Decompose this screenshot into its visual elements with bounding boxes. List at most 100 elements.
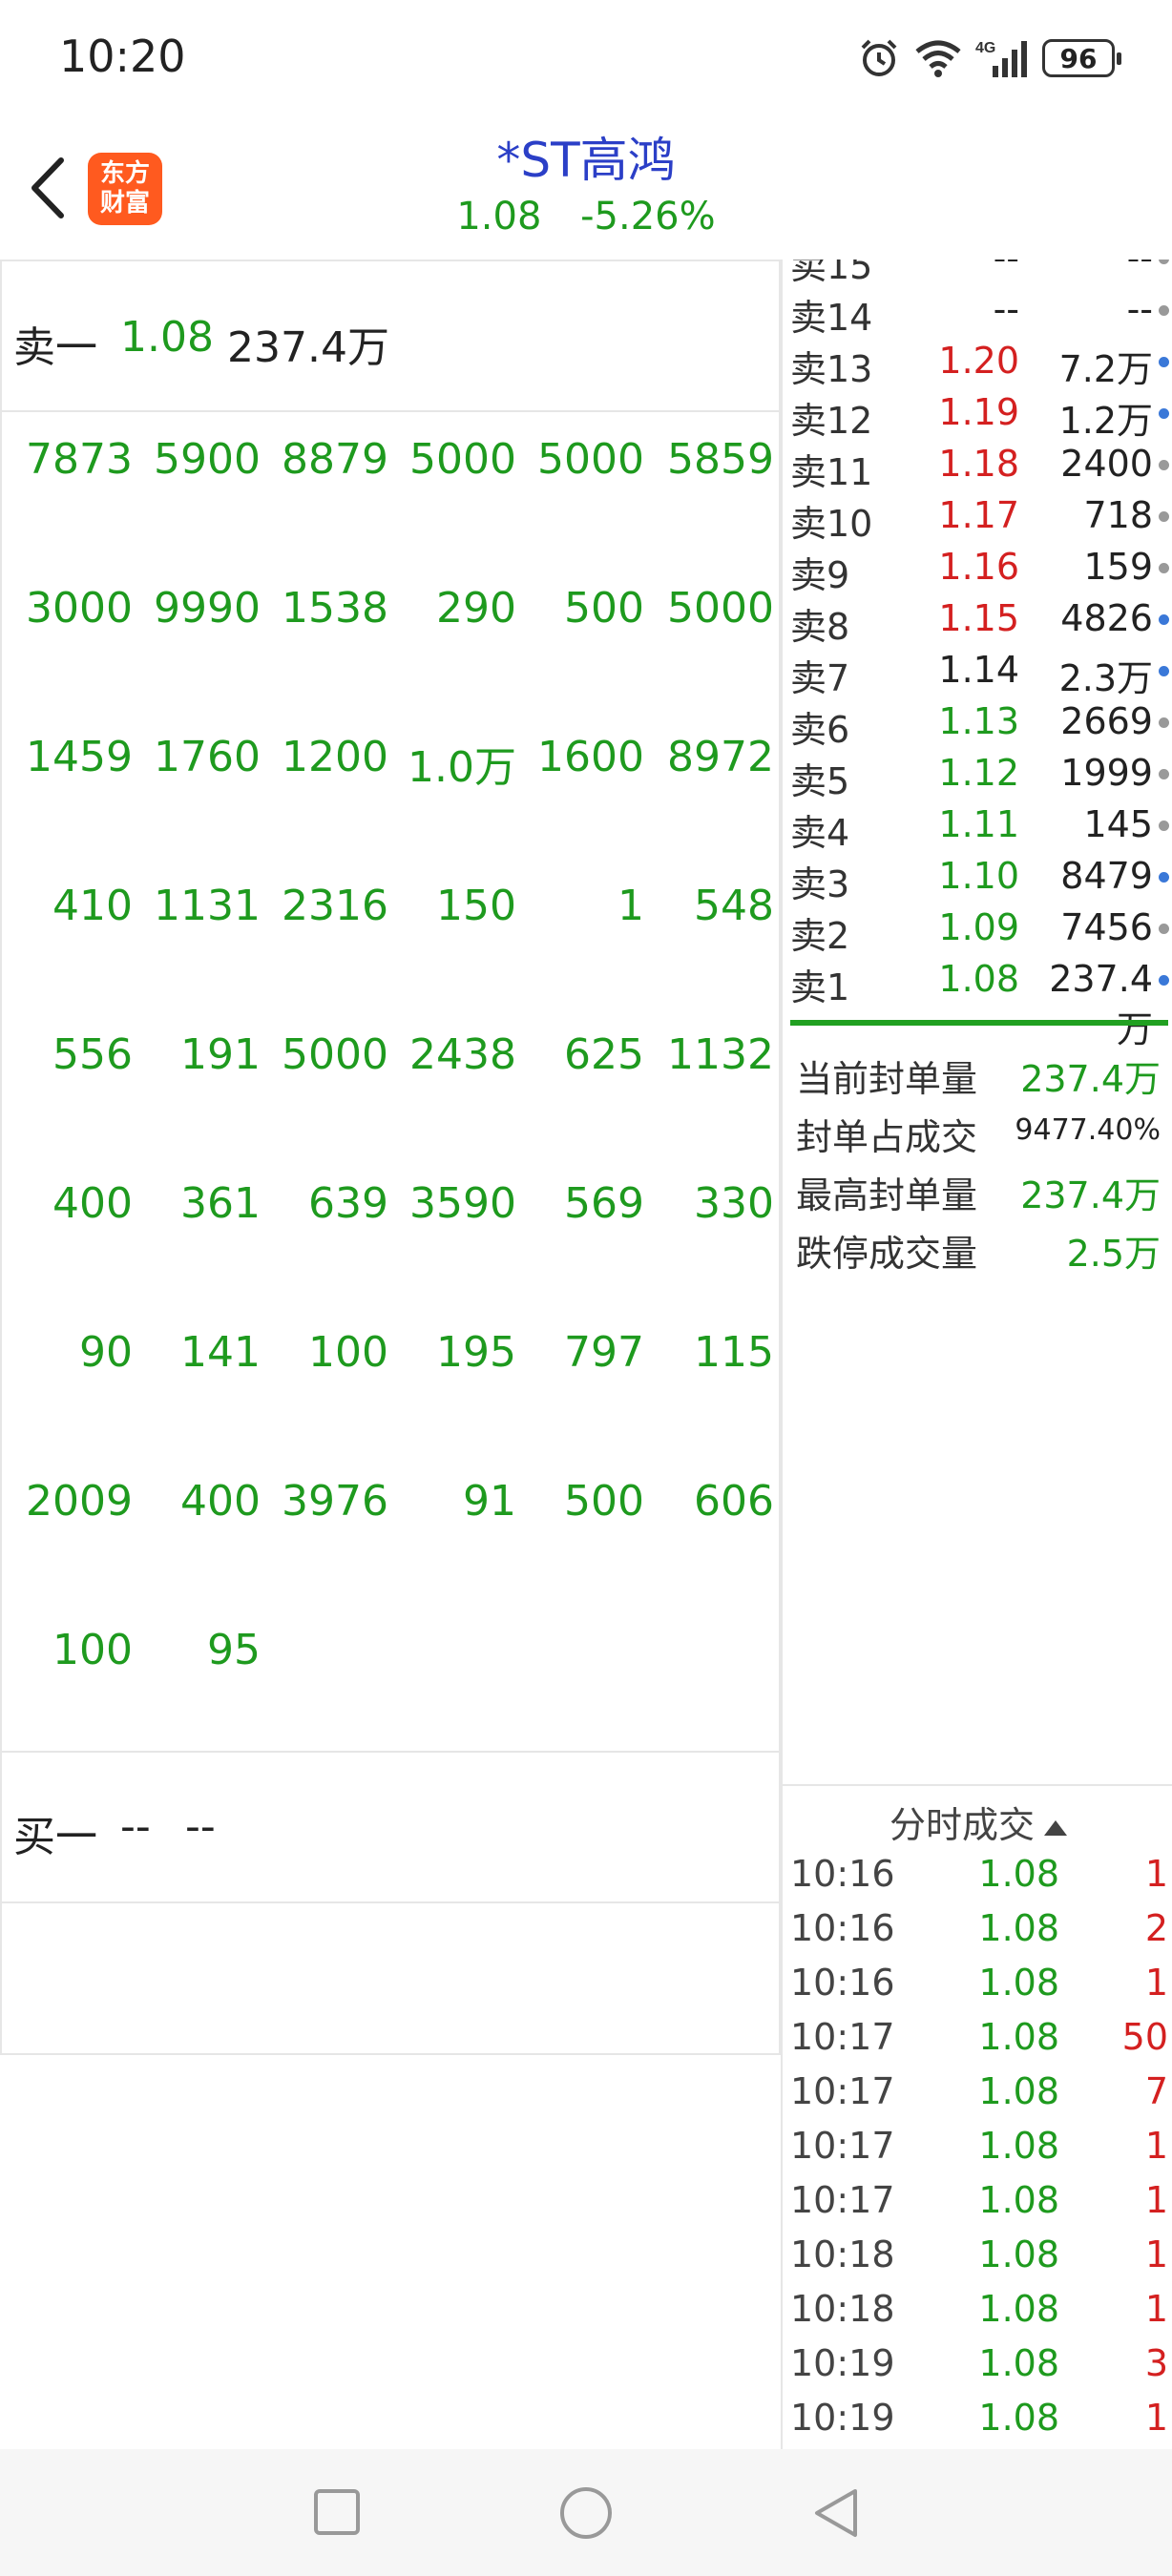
seal-stat-label: 跌停成交量 [796, 1233, 978, 1275]
trade-row[interactable]: 10:16 1.08 1 [783, 1847, 1172, 1901]
trade-row[interactable]: 10:19 1.08 3 [783, 2337, 1172, 2391]
queue-order-cell: 556 [52, 1030, 133, 1079]
buy-one-volume: -- [185, 1802, 216, 1851]
order-book-row[interactable]: 卖3 1.10 8479 [783, 849, 1172, 905]
order-book-volume: 159 [1083, 546, 1153, 588]
trade-time: 10:19 [790, 2397, 895, 2439]
trade-volume: 1 [1144, 2397, 1168, 2439]
order-book-row[interactable]: 卖1 1.08 237.4万 [783, 952, 1172, 1050]
queue-order-cell: 100 [308, 1328, 388, 1377]
stock-change: -5.26% [580, 195, 716, 239]
queue-order-cell: 500 [564, 1477, 644, 1526]
order-book-row[interactable]: 卖4 1.11 145 [783, 798, 1172, 854]
trade-volume: 50 [1121, 2016, 1168, 2058]
order-book-row[interactable]: 卖7 1.14 2.3万 [783, 643, 1172, 699]
order-book-volume: 718 [1083, 494, 1153, 536]
trade-row[interactable]: 10:17 1.08 7 [783, 2065, 1172, 2119]
trade-time: 10:18 [790, 2233, 895, 2275]
queue-order-cell: 195 [436, 1328, 516, 1377]
order-book-level: 卖1 [790, 966, 850, 1008]
trade-row[interactable]: 10:17 1.08 50 [783, 2010, 1172, 2065]
trade-price: 1.08 [978, 2397, 1059, 2439]
stock-quote: 1.08 -5.26% [0, 195, 1172, 239]
queue-order-cell: 1.0万 [408, 743, 516, 792]
queue-order-cell: 1760 [154, 733, 261, 781]
order-book-row[interactable]: 卖8 1.15 4826 [783, 592, 1172, 648]
order-book-row[interactable]: 卖6 1.13 2669 [783, 695, 1172, 751]
order-book-row[interactable]: 卖9 1.16 159 [783, 540, 1172, 596]
order-book-row[interactable]: 卖15---- [783, 260, 1172, 287]
order-dot-icon [1159, 260, 1169, 264]
trade-time: 10:18 [790, 2288, 895, 2330]
nav-back-icon[interactable] [809, 2485, 861, 2541]
order-book-row[interactable]: 卖14 -- -- [783, 282, 1172, 339]
trade-row[interactable]: 10:18 1.08 1 [783, 2228, 1172, 2282]
queue-order-cell: 90 [79, 1328, 133, 1377]
order-book-level: 卖12 [790, 400, 873, 442]
order-book-row[interactable]: 卖11 1.18 2400 [783, 437, 1172, 493]
order-book-volume: -- [1126, 288, 1153, 330]
queue-order-cell: 7873 [26, 435, 133, 484]
order-book-row[interactable]: 卖2 1.09 7456 [783, 901, 1172, 957]
order-dot-icon [1159, 975, 1169, 986]
queue-order-cell: 606 [694, 1477, 774, 1526]
sell-one-row[interactable]: 卖一 1.08 237.4万 [2, 261, 779, 412]
order-book-level: 卖11 [790, 451, 873, 493]
queue-order-cell: 1459 [26, 733, 133, 781]
trade-row[interactable]: 10:16 1.08 1 [783, 1956, 1172, 2010]
seal-stat-row: 当前封单量 237.4万 [783, 1042, 1172, 1101]
trade-row[interactable]: 10:17 1.08 1 [783, 2119, 1172, 2173]
seal-stat-label: 封单占成交 [796, 1116, 978, 1158]
trade-row[interactable]: 10:19 1.08 1 [783, 2391, 1172, 2445]
order-book-row[interactable]: 卖12 1.19 1.2万 [783, 385, 1172, 442]
order-book-price: 1.11 [938, 803, 1019, 845]
home-icon[interactable] [560, 2487, 612, 2539]
queue-order-cell: 3976 [282, 1477, 388, 1526]
trade-price: 1.08 [978, 1907, 1059, 1949]
trade-row[interactable]: 10:17 1.08 1 [783, 2173, 1172, 2228]
seal-stat-value: 237.4万 [1020, 1058, 1161, 1100]
order-book-level: 卖10 [790, 503, 873, 545]
queue-order-cell: 2316 [282, 882, 388, 930]
queue-order-cell: 2438 [409, 1030, 516, 1079]
order-book-price: -- [993, 288, 1019, 330]
trade-row[interactable]: 10:16 1.08 2 [783, 1901, 1172, 1956]
queue-order-cell: 1538 [282, 584, 388, 633]
trades-header[interactable]: 分时成交 [783, 1784, 1172, 1846]
order-book-level: 卖13 [790, 348, 873, 390]
buy-one-row[interactable]: 买一 -- -- [2, 1753, 779, 1903]
app-header: 东方 财富 *ST高鸿 1.08 -5.26% [0, 113, 1172, 260]
queue-order-cell: 2009 [26, 1477, 133, 1526]
trade-row[interactable]: 10:18 1.08 1 [783, 2282, 1172, 2337]
queue-order-cell: 5000 [282, 1030, 388, 1079]
status-bar: 10:20 4G 96 [0, 0, 1172, 113]
order-book-volume: -- [1021, 260, 1153, 279]
order-book-price: 1.15 [938, 597, 1019, 639]
order-book-row[interactable]: 卖13 1.20 7.2万 [783, 334, 1172, 390]
order-dot-icon [1159, 769, 1169, 779]
order-book-row[interactable]: 卖5 1.12 1999 [783, 746, 1172, 802]
status-icons: 4G 96 [857, 34, 1121, 82]
trade-volume: 1 [1144, 1853, 1168, 1895]
trade-time: 10:17 [790, 2016, 895, 2058]
order-dot-icon [1159, 924, 1169, 934]
order-book-volume: 7456 [1060, 906, 1153, 948]
order-dot-icon [1159, 460, 1169, 470]
queue-order-cell: 639 [308, 1179, 388, 1228]
recent-apps-icon[interactable] [314, 2489, 360, 2535]
queue-order-cell: 91 [463, 1477, 516, 1526]
order-dot-icon [1159, 717, 1169, 728]
trade-price: 1.08 [978, 2125, 1059, 2167]
queue-order-cell: 1200 [282, 733, 388, 781]
order-book-level: 卖6 [790, 709, 850, 751]
trade-price: 1.08 [978, 2179, 1059, 2221]
trade-time: 10:17 [790, 2179, 895, 2221]
queue-order-cell: 625 [564, 1030, 644, 1079]
order-book-price: 1.12 [938, 752, 1019, 794]
order-book-row[interactable]: 卖10 1.17 718 [783, 488, 1172, 545]
trade-volume: 1 [1144, 2179, 1168, 2221]
queue-order-cell: 95 [207, 1626, 261, 1674]
trade-time: 10:16 [790, 1962, 895, 2004]
order-book-divider [790, 1020, 1168, 1026]
seal-stat-label: 最高封单量 [796, 1174, 978, 1216]
